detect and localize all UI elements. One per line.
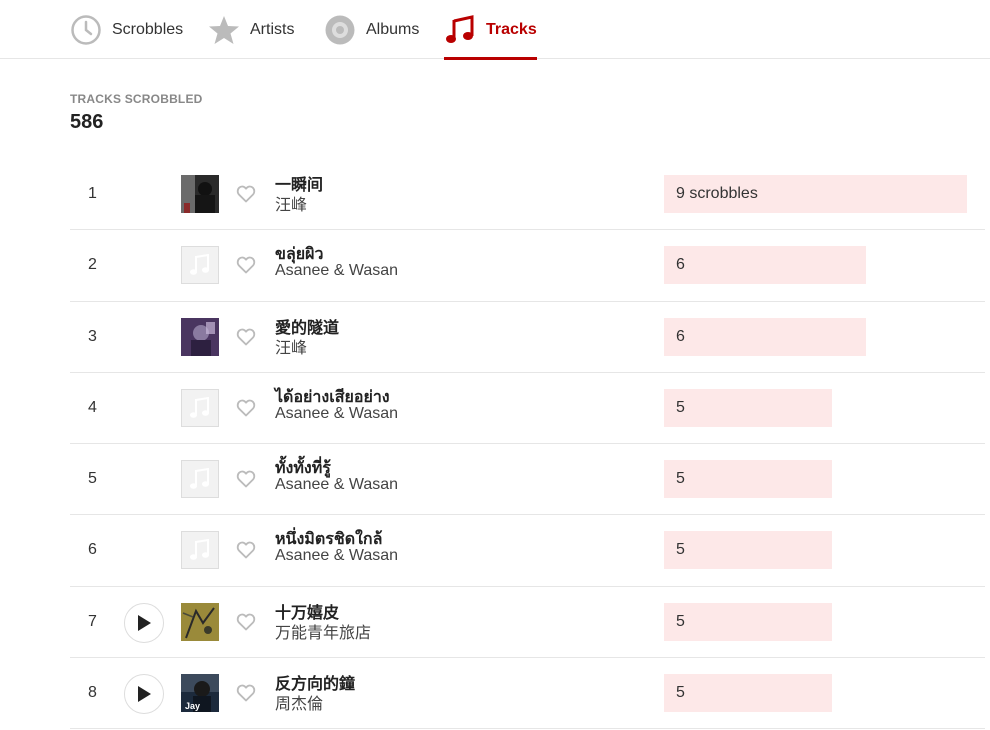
- track-artist[interactable]: 周杰倫: [275, 690, 323, 714]
- track-row: 8 Jay 反方向的鐘 周杰倫 5: [70, 658, 985, 730]
- heart-icon: [236, 399, 256, 417]
- track-cover[interactable]: [181, 175, 219, 213]
- tracks-scrobbled-count: 586: [70, 111, 104, 133]
- clock-icon: [71, 14, 101, 45]
- track-rank: 1: [88, 185, 97, 202]
- heart-icon: [236, 185, 256, 203]
- track-artist[interactable]: Asanee & Wasan: [275, 262, 398, 280]
- heart-icon: [236, 328, 256, 345]
- heart-icon: [236, 256, 256, 274]
- star-icon: [209, 15, 239, 44]
- play-button[interactable]: [124, 602, 164, 643]
- track-row: 7 十万嬉皮 万能青年旅店 5: [70, 587, 985, 659]
- scrobble-count-bar[interactable]: 6: [664, 246, 866, 285]
- track-cover[interactable]: [181, 388, 219, 427]
- music-note-icon: [446, 14, 474, 43]
- track-rank: 7: [88, 612, 97, 630]
- love-button[interactable]: [236, 255, 256, 275]
- tab-scrobbles[interactable]: Scrobbles: [70, 0, 183, 59]
- track-row: 6 หนึ่งมิตรชิดใกล้ Asanee & Wasan 5: [70, 515, 985, 587]
- scrobble-count: 6: [676, 327, 685, 345]
- tab-tracks[interactable]: Tracks: [444, 0, 537, 60]
- cover-image: [181, 175, 219, 213]
- scrobble-count-bar[interactable]: 5: [664, 388, 832, 427]
- track-rank: 5: [88, 470, 97, 488]
- scrobble-count: 5: [676, 541, 685, 559]
- cover-image: [181, 602, 219, 641]
- scrobble-count-bar[interactable]: 5: [664, 531, 832, 570]
- scrobble-count: 5: [676, 398, 685, 416]
- love-button[interactable]: [236, 683, 256, 703]
- heart-icon: [236, 542, 256, 559]
- tab-albums[interactable]: Albums: [324, 0, 419, 59]
- scrobble-count-bar[interactable]: 6: [664, 317, 866, 356]
- track-cover[interactable]: [181, 460, 219, 499]
- cover-placeholder-music-icon: [181, 388, 219, 427]
- love-button[interactable]: [236, 398, 256, 418]
- cover-image: [181, 317, 219, 356]
- heart-icon: [236, 684, 256, 702]
- scrobble-count: 5: [676, 612, 685, 630]
- scrobble-count: 5: [676, 470, 685, 488]
- track-list: 1 一瞬间 汪峰 9 scrobbles 2 ขลุ่ยผิว Asanee & Wasan…: [70, 159, 985, 730]
- tab-label: Artists: [250, 20, 295, 38]
- scrobble-count-bar[interactable]: 9 scrobbles: [664, 175, 967, 213]
- track-rank: 6: [88, 541, 97, 559]
- cover-placeholder-music-icon: [181, 460, 219, 499]
- track-rank: 2: [88, 256, 97, 274]
- svg-text:Jay: Jay: [185, 701, 200, 711]
- track-artist[interactable]: 汪峰: [275, 191, 307, 215]
- play-icon: [138, 686, 151, 703]
- track-rank: 3: [88, 327, 97, 345]
- cover-image: Jay: [181, 674, 219, 713]
- scrobble-count-bar[interactable]: 5: [664, 460, 832, 499]
- track-row: 1 一瞬间 汪峰 9 scrobbles: [70, 159, 985, 231]
- track-row: 4 ได้อย่างเสียอย่าง Asanee & Wasan 5: [70, 373, 985, 445]
- disc-icon: [325, 15, 355, 44]
- love-button[interactable]: [236, 184, 256, 204]
- track-row: 3 愛的隧道 汪峰 6: [70, 302, 985, 373]
- tab-artists[interactable]: Artists: [208, 0, 294, 59]
- tab-label: Tracks: [486, 20, 537, 38]
- scrobble-count-bar[interactable]: 5: [664, 674, 832, 713]
- cover-placeholder-music-icon: [181, 531, 219, 570]
- track-rank: 4: [88, 398, 97, 416]
- track-row: 2 ขลุ่ยผิว Asanee & Wasan 6: [70, 230, 985, 302]
- play-icon: [138, 614, 151, 631]
- track-artist[interactable]: Asanee & Wasan: [275, 476, 398, 494]
- track-artist[interactable]: Asanee & Wasan: [275, 405, 398, 423]
- scrobble-count-bar[interactable]: 5: [664, 602, 832, 641]
- tab-bar: Scrobbles Artists Albums Tracks: [0, 0, 990, 60]
- track-artist[interactable]: 万能青年旅店: [275, 619, 371, 643]
- love-button[interactable]: [236, 540, 256, 560]
- track-artist[interactable]: Asanee & Wasan: [275, 547, 398, 565]
- cover-placeholder-music-icon: [181, 246, 219, 285]
- scrobble-count: 9 scrobbles: [676, 185, 758, 202]
- tab-label: Scrobbles: [112, 20, 184, 38]
- scrobble-count: 6: [676, 256, 685, 274]
- track-cover[interactable]: [181, 246, 219, 285]
- love-button[interactable]: [236, 469, 256, 489]
- scrobble-count: 5: [676, 684, 685, 702]
- track-cover[interactable]: [181, 602, 219, 641]
- track-row: 5 ทั้งทั้งที่รู้ Asanee & Wasan 5: [70, 444, 985, 516]
- track-cover[interactable]: [181, 317, 219, 356]
- track-artist[interactable]: 汪峰: [275, 334, 307, 358]
- tab-label: Albums: [366, 20, 420, 38]
- track-cover[interactable]: Jay: [181, 674, 219, 713]
- love-button[interactable]: [236, 612, 256, 632]
- love-button[interactable]: [236, 327, 256, 347]
- heart-icon: [236, 613, 256, 631]
- track-rank: 8: [88, 684, 97, 702]
- play-button[interactable]: [124, 674, 164, 715]
- tracks-scrobbled-label: TRACKS SCROBBLED: [70, 92, 203, 106]
- track-cover[interactable]: [181, 531, 219, 570]
- heart-icon: [236, 470, 256, 488]
